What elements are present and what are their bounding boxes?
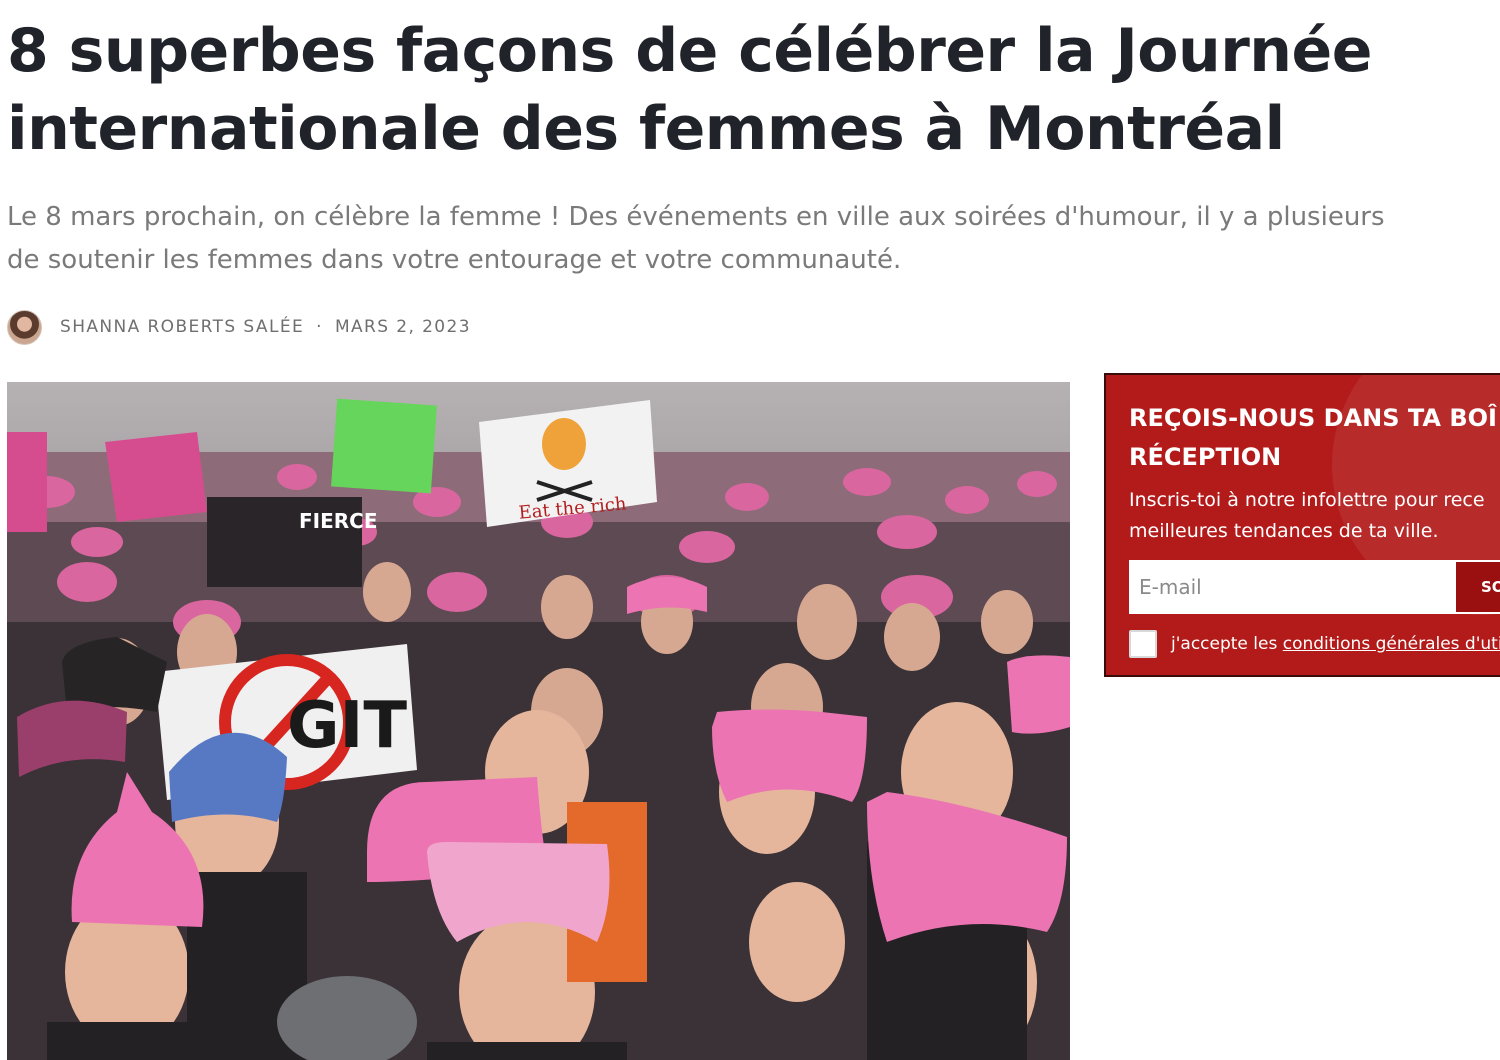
article-dek: Le 8 mars prochain, on célèbre la femme …: [7, 196, 1500, 286]
newsletter-title-line-1: REÇOIS-NOUS DANS TA BOÎ: [1129, 404, 1497, 432]
newsletter-title: REÇOIS-NOUS DANS TA BOÎ RÉCEPTION: [1129, 399, 1500, 477]
newsletter-title-line-2: RÉCEPTION: [1129, 443, 1282, 471]
protest-sign-fierce: FIERCE: [207, 497, 378, 587]
hero-image: Eat the rich FIERCE GIT: [7, 382, 1070, 1060]
byline: SHANNA ROBERTS SALÉE · MARS 2, 2023: [7, 309, 471, 345]
newsletter-description-line-1: Inscris-toi à notre infolettre pour rece: [1129, 489, 1485, 511]
article-page: 8 superbes façons de célébrer la Journée…: [0, 0, 1500, 1060]
article-title: 8 superbes façons de célébrer la Journée…: [7, 12, 1497, 168]
consent-checkbox[interactable]: [1129, 630, 1157, 658]
article-title-line-1: 8 superbes façons de célébrer la Journée: [7, 16, 1372, 86]
article-dek-line-2: de soutenir les femmes dans votre entour…: [7, 245, 902, 275]
newsletter-description: Inscris-toi à notre infolettre pour rece…: [1129, 485, 1500, 547]
newsletter-description-line-2: meilleures tendances de ta ville.: [1129, 520, 1439, 542]
consent-label: j'accepte les: [1171, 634, 1278, 654]
article-title-line-2: internationale des femmes à Montréal: [7, 94, 1285, 164]
consent-row: j'accepte les conditions générales d'uti: [1129, 628, 1500, 660]
byline-separator: ·: [316, 317, 323, 337]
author-avatar[interactable]: [7, 309, 42, 345]
subscribe-button[interactable]: SO: [1456, 560, 1500, 614]
publish-date: MARS 2, 2023: [334, 317, 471, 337]
article-dek-line-1: Le 8 mars prochain, on célèbre la femme …: [7, 202, 1385, 232]
svg-text:GIT: GIT: [287, 689, 407, 763]
newsletter-signup: REÇOIS-NOUS DANS TA BOÎ RÉCEPTION Inscri…: [1104, 373, 1500, 677]
svg-text:FIERCE: FIERCE: [299, 509, 378, 533]
email-input[interactable]: [1129, 560, 1456, 614]
author-name[interactable]: SHANNA ROBERTS SALÉE: [60, 317, 304, 337]
terms-link[interactable]: conditions générales d'uti: [1283, 634, 1500, 654]
